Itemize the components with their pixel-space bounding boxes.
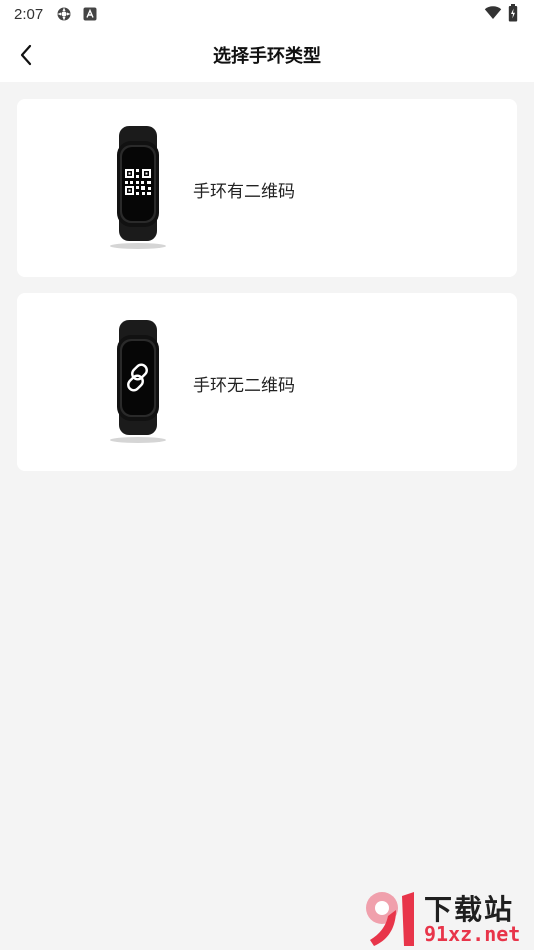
wifi-icon xyxy=(484,5,502,25)
watermark: 下载站 91xz.net xyxy=(360,888,532,948)
option-label: 手环无二维码 xyxy=(193,376,295,396)
page-title: 选择手环类型 xyxy=(213,46,321,67)
status-time: 2:07 xyxy=(14,5,44,23)
watermark-logo xyxy=(366,892,414,946)
option-band-with-qr[interactable]: 手环有二维码 xyxy=(17,99,517,277)
band-without-qr-image xyxy=(110,320,166,443)
watermark-url: 91xz.net xyxy=(424,922,521,946)
chevron-left-icon xyxy=(20,44,32,66)
app-header: 选择手环类型 xyxy=(0,28,534,82)
app-notification-icon xyxy=(81,5,99,23)
status-right-icons xyxy=(484,4,518,26)
option-band-without-qr[interactable]: 手环无二维码 xyxy=(17,293,517,471)
settings-gear-icon xyxy=(55,5,73,23)
back-button[interactable] xyxy=(8,36,46,74)
option-label: 手环有二维码 xyxy=(193,182,295,202)
battery-icon xyxy=(508,4,518,26)
band-with-qr-image xyxy=(110,126,166,249)
status-bar: 2:07 xyxy=(0,0,534,28)
